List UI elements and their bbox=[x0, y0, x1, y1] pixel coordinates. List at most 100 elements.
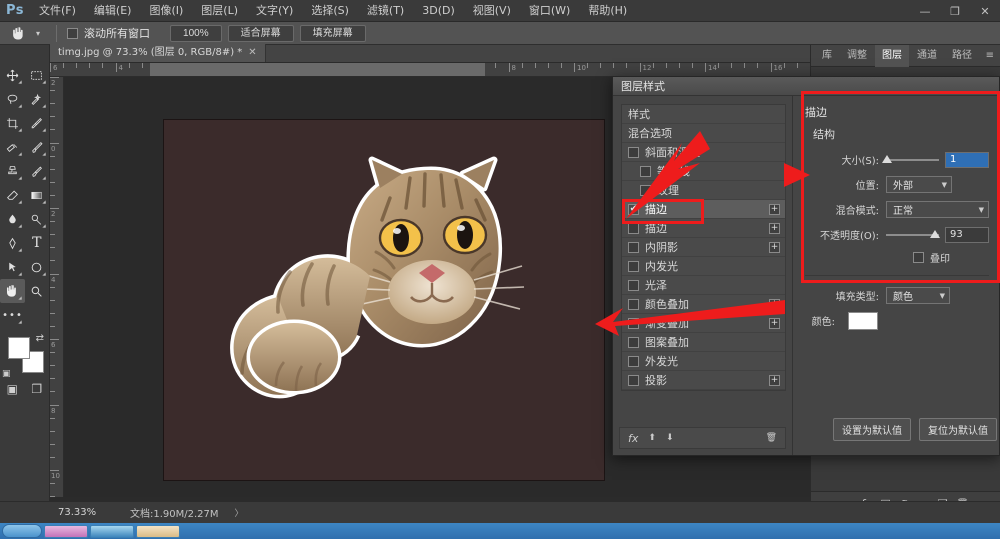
fill-type-select[interactable]: 颜色 ▼ bbox=[886, 287, 950, 304]
effect-row[interactable]: 混合选项 bbox=[622, 124, 785, 143]
gradient-tool[interactable] bbox=[25, 183, 50, 207]
menu-filter[interactable]: 滤镜(T) bbox=[358, 0, 413, 22]
start-button[interactable] bbox=[2, 524, 42, 538]
zoom-100-button[interactable]: 100% bbox=[170, 24, 222, 42]
menu-select[interactable]: 选择(S) bbox=[302, 0, 358, 22]
effect-row[interactable]: 外发光 bbox=[622, 352, 785, 371]
menu-3d[interactable]: 3D(D) bbox=[413, 0, 464, 22]
delete-effect-icon[interactable]: 🗑 bbox=[766, 433, 777, 443]
clone-stamp-tool[interactable] bbox=[0, 159, 25, 183]
menu-image[interactable]: 图像(I) bbox=[140, 0, 192, 22]
minimize-button[interactable]: — bbox=[910, 0, 940, 22]
overprint-checkbox[interactable] bbox=[913, 252, 924, 263]
hand-tool[interactable] bbox=[0, 279, 25, 303]
history-brush-tool[interactable] bbox=[25, 159, 50, 183]
tab-adjustments[interactable]: 调整 bbox=[840, 45, 874, 67]
effect-row[interactable]: 等高线 bbox=[622, 162, 785, 181]
effect-checkbox[interactable] bbox=[628, 374, 639, 386]
add-effect-instance-icon[interactable]: + bbox=[769, 241, 780, 253]
effect-checkbox[interactable] bbox=[628, 222, 639, 234]
effect-row[interactable]: 描边 + bbox=[622, 219, 785, 238]
position-select[interactable]: 外部 ▼ bbox=[886, 176, 952, 193]
hand-tool-icon[interactable] bbox=[6, 24, 30, 43]
tab-layers[interactable]: 图层 bbox=[875, 44, 909, 67]
set-as-default-button[interactable]: 设置为默认值 bbox=[833, 418, 911, 441]
add-effect-instance-icon[interactable]: + bbox=[769, 374, 780, 386]
screen-mode-icon[interactable]: ❐ bbox=[25, 379, 50, 399]
tab-paths[interactable]: 路径 bbox=[945, 45, 979, 67]
horizontal-ruler[interactable]: 642024681012141618 bbox=[50, 63, 860, 77]
zoom-level-field[interactable]: 73.33% bbox=[52, 507, 116, 518]
artboard[interactable] bbox=[164, 120, 604, 480]
effect-row[interactable]: 样式 bbox=[622, 105, 785, 124]
stroke-color-swatch[interactable] bbox=[848, 311, 878, 330]
lasso-tool[interactable] bbox=[0, 87, 25, 111]
fill-screen-button[interactable]: 填充屏幕 bbox=[299, 24, 366, 42]
move-up-icon[interactable]: ⬆ bbox=[648, 433, 656, 443]
menu-help[interactable]: 帮助(H) bbox=[579, 0, 636, 22]
effect-row[interactable]: 投影 + bbox=[622, 371, 785, 390]
effect-row[interactable]: 内发光 bbox=[622, 257, 785, 276]
type-tool[interactable]: T bbox=[25, 231, 50, 255]
menu-view[interactable]: 视图(V) bbox=[464, 0, 520, 22]
zoom-tool[interactable] bbox=[25, 279, 50, 303]
effect-checkbox[interactable] bbox=[628, 260, 639, 272]
move-down-icon[interactable]: ⬇ bbox=[666, 433, 674, 443]
ellipse-tool[interactable] bbox=[25, 255, 50, 279]
tool-preset-caret-icon[interactable]: ▾ bbox=[36, 29, 40, 38]
effect-checkbox[interactable]: ✔ bbox=[628, 203, 639, 215]
add-effect-instance-icon[interactable]: + bbox=[769, 203, 780, 215]
effect-checkbox[interactable] bbox=[628, 279, 639, 291]
effect-checkbox[interactable] bbox=[628, 317, 639, 329]
effect-checkbox[interactable] bbox=[640, 184, 651, 196]
menu-layer[interactable]: 图层(L) bbox=[192, 0, 247, 22]
opacity-value-input[interactable]: 93 bbox=[945, 226, 989, 243]
taskbar-item-1[interactable] bbox=[44, 524, 88, 538]
menu-file[interactable]: 文件(F) bbox=[30, 0, 85, 22]
effect-row[interactable]: 光泽 bbox=[622, 276, 785, 295]
tab-channels[interactable]: 通道 bbox=[910, 45, 944, 67]
effect-row[interactable]: 斜面和浮雕 bbox=[622, 143, 785, 162]
eraser-tool[interactable] bbox=[0, 183, 25, 207]
default-colors-icon[interactable]: ▣ bbox=[2, 369, 11, 379]
brush-tool[interactable] bbox=[25, 135, 50, 159]
healing-brush-tool[interactable] bbox=[0, 135, 25, 159]
effect-row[interactable]: 图案叠加 bbox=[622, 333, 785, 352]
restore-button[interactable]: ❐ bbox=[940, 0, 970, 22]
effect-checkbox[interactable] bbox=[628, 298, 639, 310]
menu-edit[interactable]: 编辑(E) bbox=[85, 0, 141, 22]
menu-type[interactable]: 文字(Y) bbox=[247, 0, 302, 22]
quick-mask-mode-icon[interactable]: ▣ bbox=[0, 379, 25, 399]
add-effect-instance-icon[interactable]: + bbox=[769, 222, 780, 234]
fit-screen-button[interactable]: 适合屏幕 bbox=[227, 24, 294, 42]
effect-row[interactable]: 内阴影 + bbox=[622, 238, 785, 257]
effect-row[interactable]: ✔ 描边 + bbox=[622, 200, 785, 219]
effect-checkbox[interactable] bbox=[628, 146, 639, 158]
move-tool[interactable] bbox=[0, 63, 25, 87]
path-selection-tool[interactable] bbox=[0, 255, 25, 279]
effect-row[interactable]: 颜色叠加 + bbox=[622, 295, 785, 314]
effect-row[interactable]: 渐变叠加 + bbox=[622, 314, 785, 333]
document-tab[interactable]: timg.jpg @ 73.3% (图层 0, RGB/8#) * ✕ bbox=[50, 44, 266, 62]
menu-window[interactable]: 窗口(W) bbox=[520, 0, 579, 22]
fx-icon[interactable]: fx bbox=[628, 432, 638, 445]
blend-mode-select[interactable]: 正常 ▼ bbox=[886, 201, 989, 218]
scroll-all-windows-checkbox[interactable] bbox=[67, 27, 79, 39]
swap-colors-icon[interactable]: ⇄ bbox=[36, 333, 44, 344]
effect-checkbox[interactable] bbox=[640, 165, 651, 177]
effect-checkbox[interactable] bbox=[628, 336, 639, 348]
pen-tool[interactable] bbox=[0, 231, 25, 255]
opacity-slider[interactable] bbox=[886, 228, 941, 242]
blur-tool[interactable] bbox=[0, 207, 25, 231]
opacity-slider-knob[interactable] bbox=[930, 229, 941, 238]
edit-toolbar-button[interactable]: ••• bbox=[0, 303, 25, 327]
vertical-ruler[interactable]: 2 0 2 4 6 8 10 bbox=[50, 77, 64, 497]
size-value-input[interactable]: 1 bbox=[945, 151, 989, 168]
add-effect-instance-icon[interactable]: + bbox=[769, 298, 780, 310]
reset-to-default-button[interactable]: 复位为默认值 bbox=[919, 418, 997, 441]
tab-libraries[interactable]: 库 bbox=[815, 45, 839, 67]
effect-checkbox[interactable] bbox=[628, 355, 639, 367]
eyedropper-tool[interactable] bbox=[25, 111, 50, 135]
taskbar-item-3[interactable] bbox=[136, 524, 180, 538]
size-slider-knob[interactable] bbox=[882, 154, 893, 163]
